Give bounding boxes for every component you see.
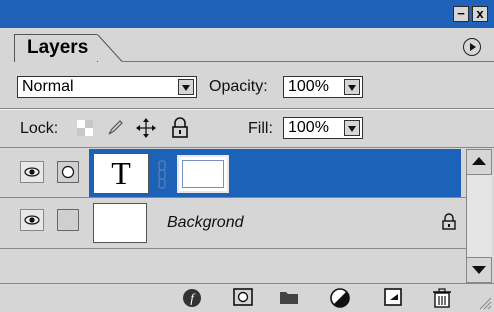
opacity-label: Opacity:: [209, 78, 268, 95]
layer-link-toggle[interactable]: [57, 209, 79, 231]
lock-transparency-icon[interactable]: [77, 120, 93, 136]
lock-all-icon[interactable]: [171, 117, 189, 139]
circle-icon: [61, 165, 75, 179]
triangle-down-icon: [472, 266, 486, 274]
divider: [0, 197, 466, 198]
adjustment-layer-icon[interactable]: [329, 287, 351, 309]
trash-icon[interactable]: [431, 287, 453, 309]
fill-field[interactable]: 100%: [283, 117, 363, 139]
fill-label: Fill:: [248, 120, 273, 137]
scroll-down-button[interactable]: [466, 257, 492, 283]
add-mask-icon[interactable]: [233, 287, 253, 307]
background-layer-thumbnail[interactable]: [93, 203, 147, 243]
eye-icon: [24, 215, 40, 225]
visibility-toggle[interactable]: [20, 161, 44, 183]
layers-panel-window: − x Layers Normal Opacity: 100% Lock: Fi…: [0, 0, 494, 312]
close-button[interactable]: x: [472, 6, 488, 22]
chevron-down-icon[interactable]: [344, 120, 360, 136]
divider: [0, 147, 494, 148]
tab-edge: [97, 34, 123, 62]
blend-mode-select[interactable]: Normal: [17, 76, 197, 98]
tab-layers[interactable]: Layers: [14, 34, 98, 62]
lock-icon: [442, 213, 456, 230]
lock-position-icon[interactable]: [135, 117, 157, 139]
chevron-down-icon[interactable]: [344, 79, 360, 95]
divider-highlight: [0, 109, 494, 110]
opacity-value: 100%: [288, 78, 329, 95]
layer-mask-thumbnail[interactable]: [177, 155, 229, 193]
layer-name: Backgrond: [167, 214, 244, 231]
panel-menu-button[interactable]: [463, 38, 481, 56]
folder-icon[interactable]: [278, 287, 300, 307]
type-layer-thumbnail[interactable]: T: [93, 153, 149, 194]
title-bar[interactable]: − x: [0, 0, 494, 28]
blend-mode-value: Normal: [22, 78, 74, 95]
opacity-field[interactable]: 100%: [283, 76, 363, 98]
new-layer-icon[interactable]: [383, 287, 403, 307]
tab-divider: [122, 61, 494, 62]
triangle-up-icon: [472, 157, 486, 165]
lock-label: Lock:: [20, 120, 59, 137]
minimize-button[interactable]: −: [453, 6, 469, 22]
eye-icon: [24, 167, 40, 177]
lock-brush-icon[interactable]: [106, 119, 124, 137]
chevron-down-icon[interactable]: [178, 79, 194, 95]
scroll-up-button[interactable]: [466, 149, 492, 175]
visibility-toggle[interactable]: [20, 209, 44, 231]
mask-frame: [182, 160, 224, 188]
divider: [0, 248, 466, 249]
chain-link-icon: [158, 160, 166, 189]
resize-grip-icon[interactable]: [478, 296, 492, 310]
layer-style-icon[interactable]: f: [181, 287, 203, 309]
fill-value: 100%: [288, 119, 329, 136]
layer-link-toggle[interactable]: [57, 161, 79, 183]
